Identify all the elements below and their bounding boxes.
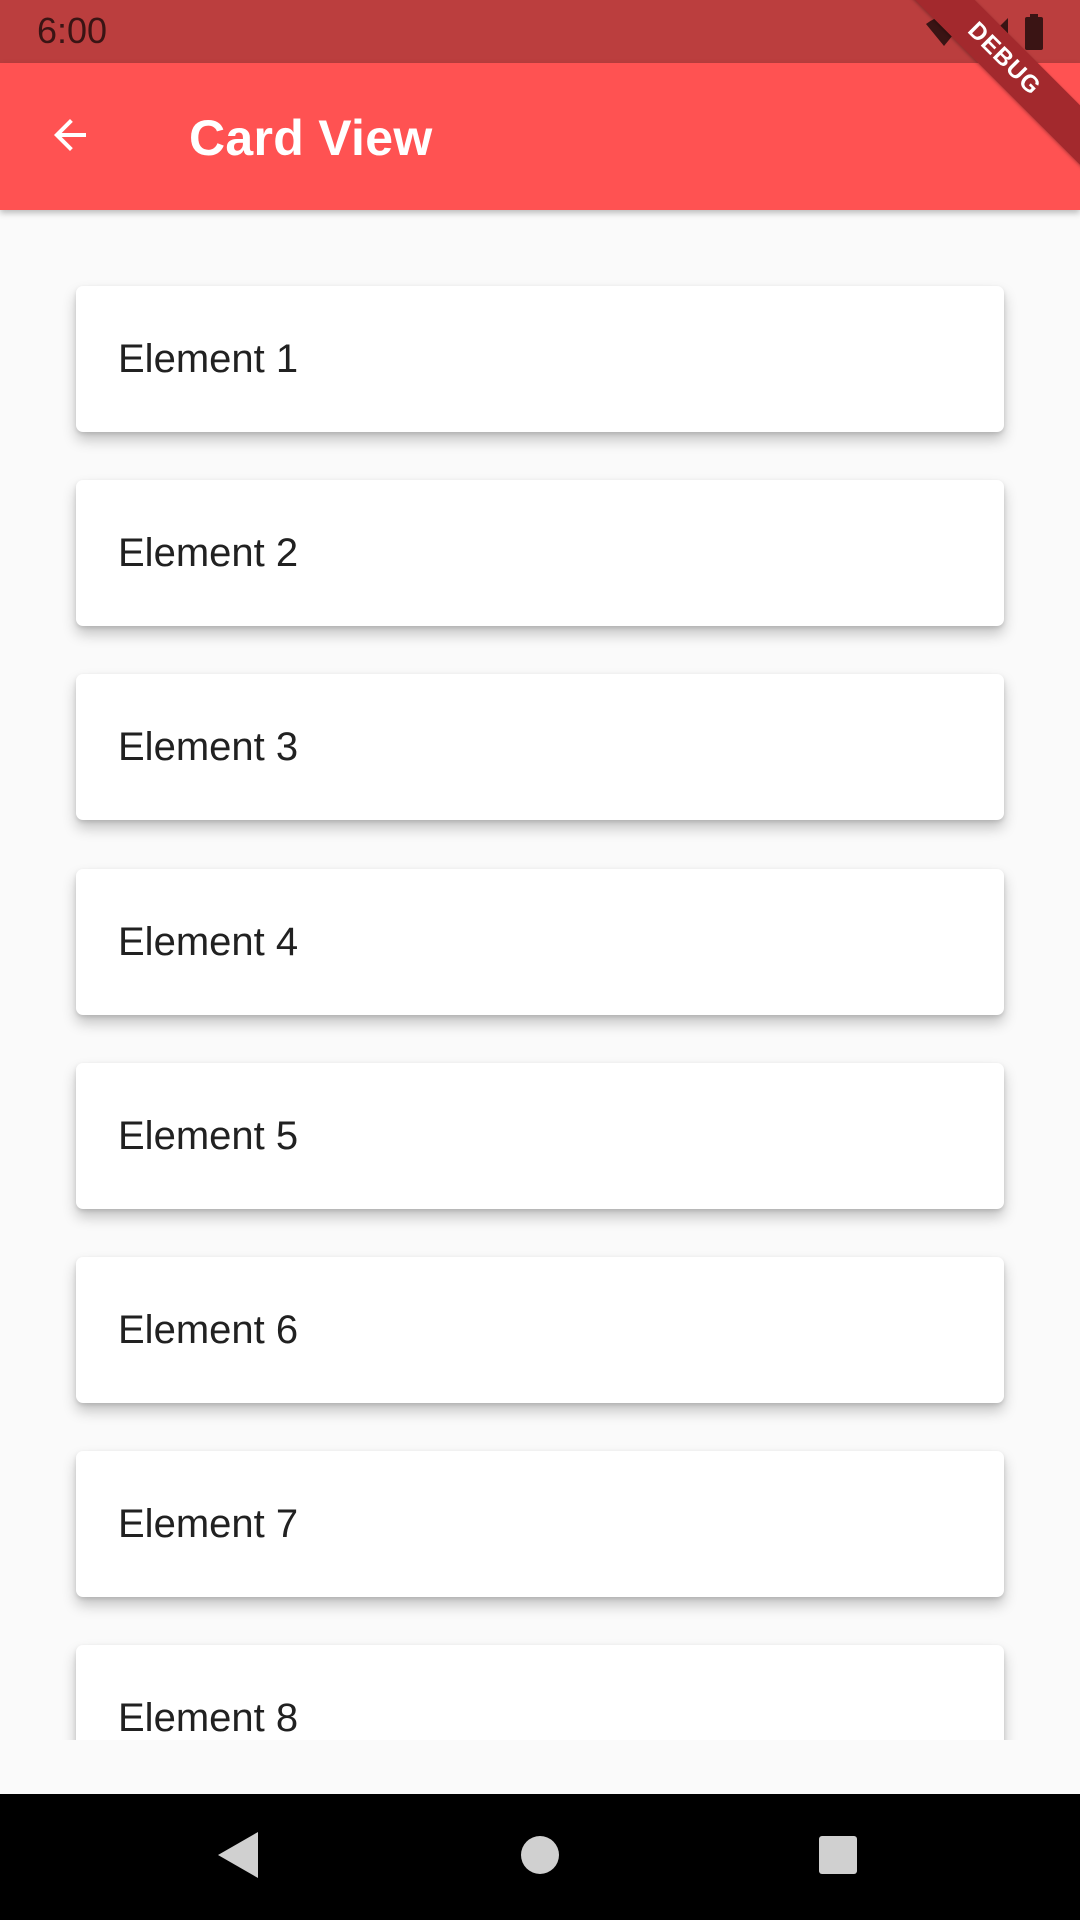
card-list[interactable]: Element 1 Element 2 Element 3 Element 4 … <box>53 210 1027 1740</box>
home-circle-icon <box>520 1835 560 1880</box>
card-item[interactable]: Element 2 <box>76 480 1004 626</box>
card-item[interactable]: Element 1 <box>76 286 1004 432</box>
page-title: Card View <box>189 110 433 166</box>
card-label: Element 5 <box>118 1114 299 1158</box>
status-bar: 6:00 <box>0 0 1080 63</box>
back-triangle-icon <box>216 1830 260 1885</box>
nav-home-button[interactable] <box>507 1824 573 1890</box>
back-button[interactable] <box>40 109 100 165</box>
card-label: Element 1 <box>118 337 299 381</box>
card-item[interactable]: Element 8 <box>76 1645 1004 1740</box>
card-label: Element 3 <box>118 725 299 769</box>
card-label: Element 8 <box>118 1696 299 1740</box>
app-bar: Card View <box>0 63 1080 210</box>
navigation-bar <box>0 1794 1080 1920</box>
card-item[interactable]: Element 3 <box>76 674 1004 820</box>
card-label: Element 6 <box>118 1308 299 1352</box>
card-item[interactable]: Element 6 <box>76 1257 1004 1403</box>
card-label: Element 7 <box>118 1502 299 1546</box>
card-label: Element 4 <box>118 920 299 964</box>
status-time: 6:00 <box>37 10 108 51</box>
nav-back-button[interactable] <box>205 1824 271 1890</box>
battery-icon <box>1024 14 1044 55</box>
card-item[interactable]: Element 4 <box>76 869 1004 1015</box>
card-item[interactable]: Element 7 <box>76 1451 1004 1597</box>
recents-square-icon <box>818 1835 858 1880</box>
card-item[interactable]: Element 5 <box>76 1063 1004 1209</box>
card-label: Element 2 <box>118 531 299 575</box>
arrow-back-icon <box>46 111 94 164</box>
nav-recents-button[interactable] <box>805 1824 871 1890</box>
